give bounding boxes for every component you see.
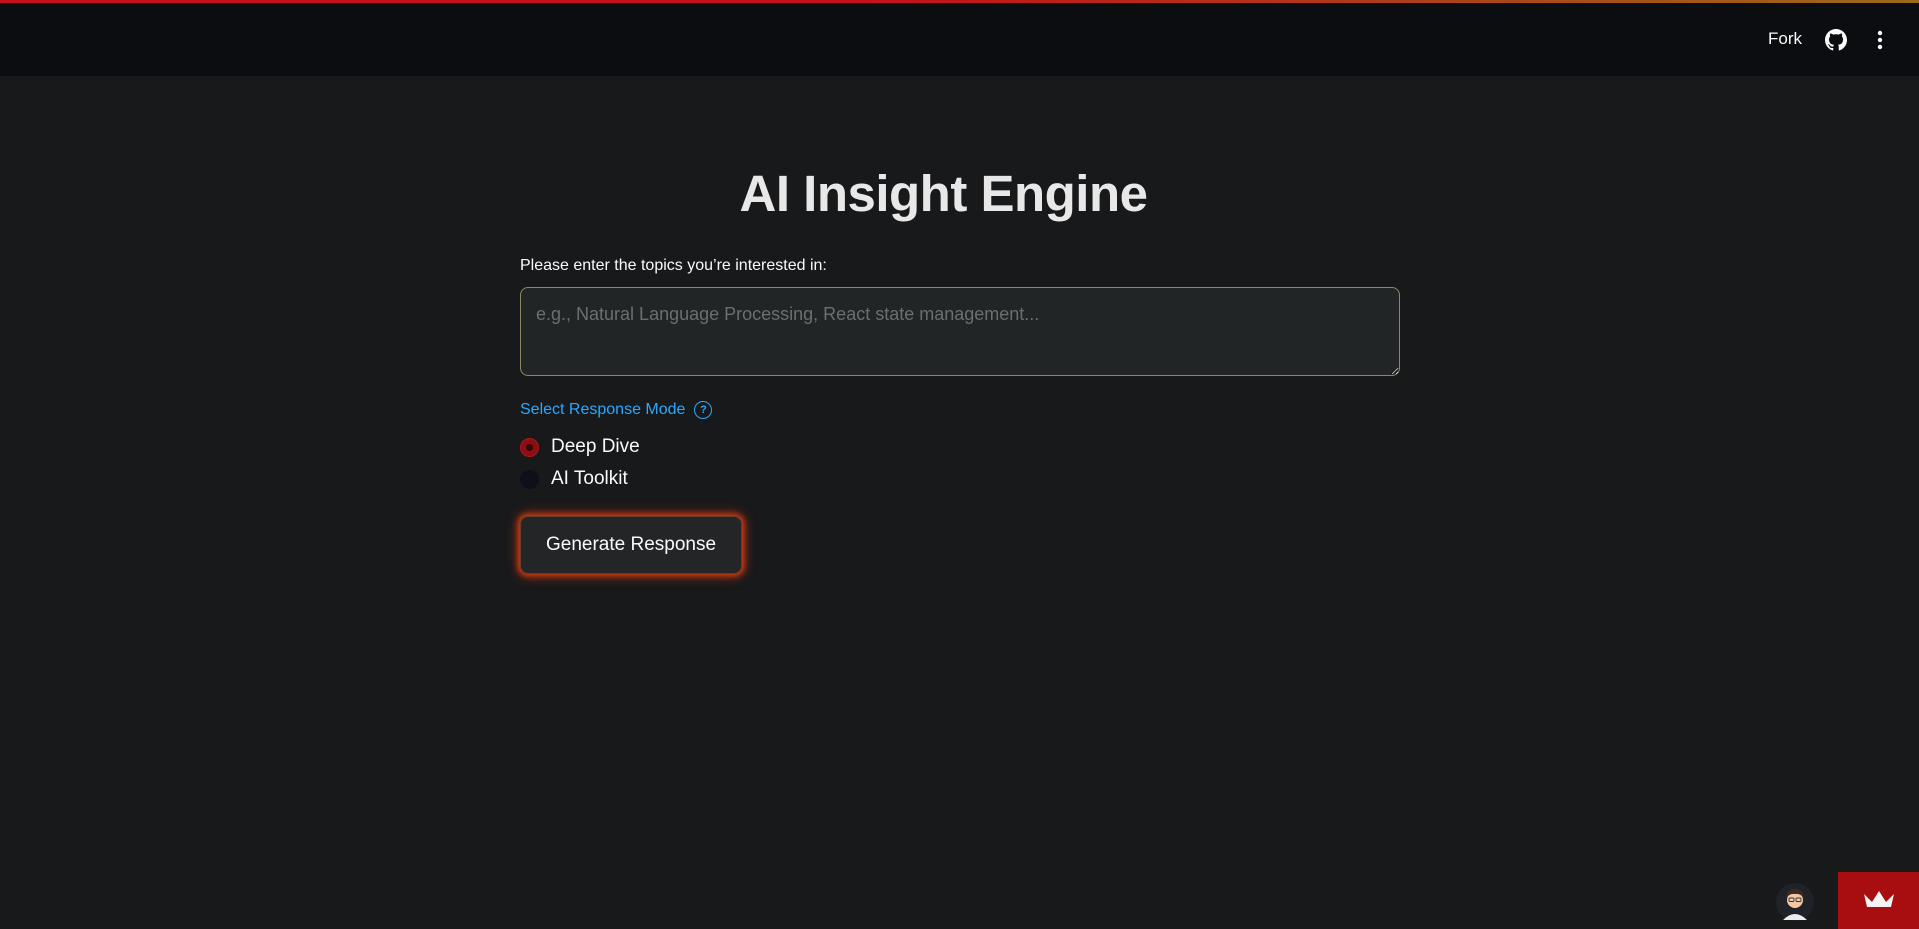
page-title: AI Insight Engine [739,165,1149,222]
response-mode-label-text: Select Response Mode [520,401,686,418]
radio-label: AI Toolkit [551,468,628,489]
radio-label: Deep Dive [551,436,640,457]
radio-unselected-icon[interactable] [520,469,539,489]
user-avatar-icon[interactable] [1775,882,1815,922]
generate-response-button[interactable]: Generate Response [520,516,742,574]
question-circle-icon[interactable]: ? [694,401,713,419]
radio-selected-icon[interactable] [520,437,539,457]
topics-input[interactable] [520,287,1400,376]
github-icon[interactable] [1825,29,1847,51]
more-vertical-icon[interactable] [1875,29,1885,51]
app-header: Fork [0,3,1919,76]
radio-option-ai-toolkit[interactable]: AI Toolkit [520,468,628,490]
crown-badge[interactable] [1838,872,1919,929]
radio-option-deep-dive[interactable]: Deep Dive [520,436,640,458]
fork-link[interactable]: Fork [1768,29,1802,49]
response-mode-label: Select Response Mode ? [520,401,713,419]
crown-icon [1864,891,1894,907]
topics-label: Please enter the topics you’re intereste… [520,257,827,274]
